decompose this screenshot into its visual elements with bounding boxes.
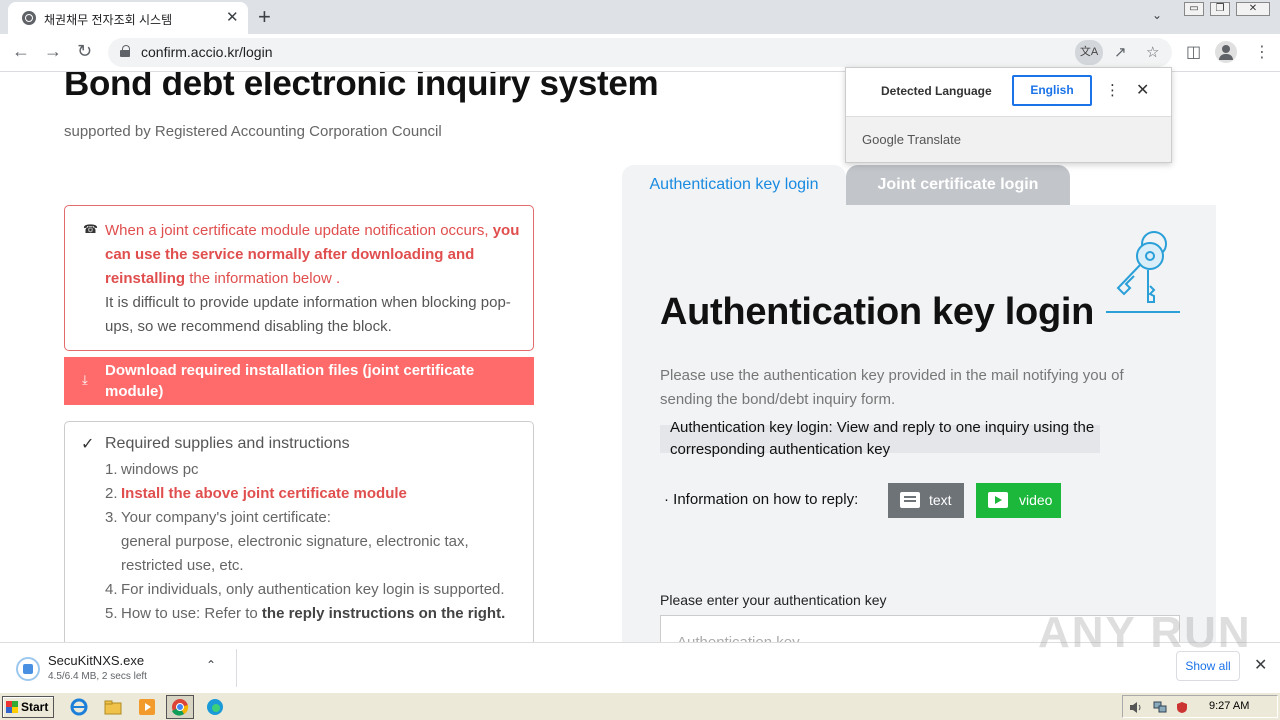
list-item: 5. How to use: Refer to the reply instruc… [105,605,506,622]
lock-icon[interactable] [120,45,130,57]
divider [236,649,237,687]
translate-popup: Detected Language English ⋮ ✕ Google Tra… [845,67,1172,163]
file-explorer-icon[interactable] [104,698,122,716]
side-panel-icon[interactable]: ◫ [1186,42,1201,62]
supplies-list: 1. windows pc 2. Install the above joint c… [105,458,525,626]
download-installation-files-button[interactable]: ⤓ Download required installation files (… [64,357,534,405]
start-button[interactable]: Start [2,696,54,718]
close-icon[interactable]: ✕ [1136,80,1149,100]
supplies-box: ✓ Required supplies and instructions 1. w… [64,421,534,642]
tab-authentication-key-login[interactable]: Authentication key login [622,165,846,205]
close-download-bar-icon[interactable]: ✕ [1254,655,1267,675]
share-icon[interactable]: ↗ [1114,43,1127,61]
url-text[interactable]: confirm.accio.kr/login [141,44,273,60]
translate-footer: Google Translate [846,116,1171,162]
page-title: Bond debt electronic inquiry system [64,72,659,103]
taskbar: Start 9:27 AM [0,692,1280,720]
list-item: 1. windows pc [105,461,199,478]
keys-illustration-icon [1106,231,1180,313]
network-icon[interactable] [1153,701,1167,714]
installer-file-icon[interactable] [16,657,40,681]
show-all-button[interactable]: Show all [1176,651,1240,681]
windows-flag-icon [6,701,18,713]
tab-strip: 채권채무 전자조회 시스템 ✕ + ⌄ ▭ ❐ ✕ [0,0,1280,34]
alarm-icon: ☎ [83,222,98,236]
forward-arrow-icon[interactable]: → [44,41,62,62]
bookmark-star-icon[interactable]: ☆ [1146,43,1159,61]
notice-line1: When a joint certificate module update n… [105,222,489,239]
security-shield-icon[interactable] [1175,701,1189,714]
video-guide-button[interactable]: video [976,483,1061,518]
tab-joint-certificate-login[interactable]: Joint certificate login [846,165,1070,205]
menu-kebab-icon[interactable]: ⋮ [1254,42,1270,62]
start-label: Start [21,700,49,714]
internet-explorer-icon[interactable] [70,698,88,716]
google-translate-logo: Google Translate [862,132,962,147]
video-guide-label: video [1019,492,1053,508]
list-item: 3. Your company's joint certificate: gener… [105,509,469,574]
restore-button[interactable]: ❐ [1210,2,1230,16]
globe-icon [22,11,36,25]
panel-title: Authentication key login [660,291,1095,333]
panel-description: Please use the authentication key provid… [660,367,1124,408]
panel-note: Authentication key login: View and reply… [660,419,1100,458]
text-guide-button[interactable]: text [888,483,964,518]
browser-tab[interactable]: 채권채무 전자조회 시스템 ✕ [8,2,248,34]
new-tab-button[interactable]: + [258,4,271,30]
notice-line3: It is difficult to provide update inform… [105,294,511,335]
download-button-label: Download required installation files (jo… [105,362,475,400]
checkmark-icon: ✓ [81,436,95,453]
play-icon [988,492,1008,508]
chevron-up-icon[interactable]: ⌃ [206,658,216,672]
download-file-name[interactable]: SecuKitNXS.exe [48,653,144,668]
detected-language-option[interactable]: Detected Language [881,84,992,98]
more-options-icon[interactable]: ⋮ [1105,81,1120,99]
list-item: 4. For individuals, only authentication k… [105,581,505,598]
tab-close-icon[interactable]: ✕ [226,8,239,26]
volume-icon[interactable] [1129,701,1143,714]
page-subtitle: supported by Registered Accounting Corpo… [64,123,442,140]
document-icon [900,492,920,508]
profile-avatar-icon[interactable] [1215,41,1237,63]
system-tray: 9:27 AM [1122,695,1278,718]
back-arrow-icon[interactable]: ← [12,41,30,62]
reload-icon[interactable]: ↻ [77,41,92,62]
text-guide-label: text [929,492,952,508]
reply-info-label: · Information on how to reply: [664,491,859,508]
panel-note-text: Authentication key login: View and reply… [670,419,1095,458]
clock[interactable]: 9:27 AM [1209,700,1249,712]
edge-icon[interactable] [206,698,224,716]
notice-line2: the information below . [185,270,341,287]
window-close-button[interactable]: ✕ [1236,2,1270,16]
list-item: 2. Install the above joint certificate mo… [105,485,407,502]
download-status: 4.5/6.4 MB, 2 secs left [48,671,147,682]
download-icon: ⤓ [82,372,88,387]
chrome-icon[interactable] [166,695,194,719]
notice-text: When a joint certificate module update n… [105,219,525,339]
tab-title: 채권채무 전자조회 시스템 [44,13,173,27]
address-bar[interactable]: confirm.accio.kr/login 文A ↗ ☆ [108,38,1172,67]
auth-key-label: Please enter your authentication key [660,592,887,608]
minimize-button[interactable]: ▭ [1184,2,1204,16]
update-notice-box: ☎ When a joint certificate module update… [64,205,534,351]
supplies-heading: Required supplies and instructions [105,435,350,452]
translate-icon[interactable]: 文A [1075,40,1103,65]
media-player-icon[interactable] [138,698,156,716]
english-option[interactable]: English [1012,75,1092,106]
tab-search-chevron-icon[interactable]: ⌄ [1152,8,1162,22]
